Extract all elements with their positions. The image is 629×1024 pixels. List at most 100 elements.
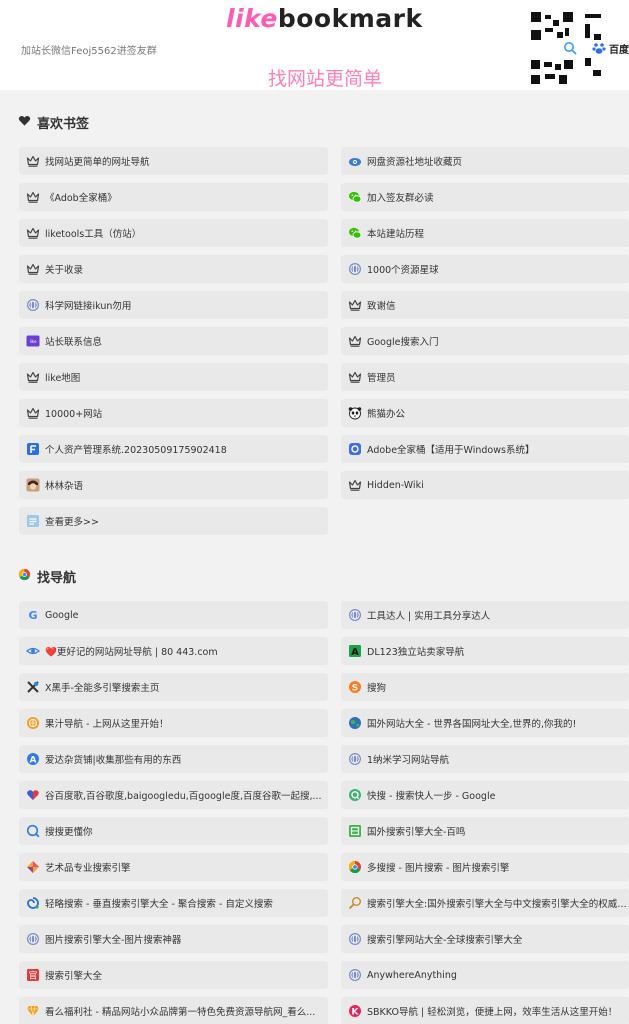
bookmark-link[interactable]: 1000个资源星球 bbox=[341, 255, 629, 283]
bookmark-link[interactable]: 搜搜更懂你 bbox=[19, 817, 328, 845]
crown-icon bbox=[26, 370, 40, 384]
bookmark-link[interactable]: G Google bbox=[19, 601, 328, 629]
bookmark-link[interactable]: ❤️更好记的网站网址导航 | 80 443.com bbox=[19, 637, 328, 665]
bookmark-link[interactable]: 多搜搜 - 图片搜索 - 图片搜索引擎 bbox=[341, 853, 629, 881]
bookmark-link[interactable]: 国外网站大全 - 世界各国网址大全,世界的,你我的! bbox=[341, 709, 629, 737]
qr-code-top bbox=[531, 12, 573, 40]
bookmark-link[interactable]: A DL123独立站卖家导航 bbox=[341, 637, 629, 665]
bookmark-label: liketools工具（仿站） bbox=[45, 229, 142, 240]
section-heading: 找导航 bbox=[37, 571, 77, 586]
site-logo[interactable]: likebookmark bbox=[226, 4, 423, 34]
globe-icon bbox=[348, 262, 362, 276]
bookmark-label: 科学网链接ikun勿用 bbox=[45, 301, 132, 312]
purple-card-icon: like bbox=[26, 334, 40, 348]
bookmark-link[interactable]: 网盘资源社地址收藏页 bbox=[341, 147, 629, 175]
cloud-eye-icon bbox=[348, 154, 362, 168]
bookmark-label: Adobe全家桶【适用于Windows系统】 bbox=[367, 445, 535, 456]
bookmark-label: 搜狗 bbox=[367, 683, 387, 694]
wechat-icon bbox=[348, 190, 362, 204]
bookmark-label: DL123独立站卖家导航 bbox=[367, 647, 465, 658]
bookmark-link[interactable]: 图片搜索引擎大全-图片搜索神器 bbox=[19, 925, 328, 953]
bookmark-link[interactable]: like地图 bbox=[19, 363, 328, 391]
search-icon[interactable] bbox=[563, 40, 577, 55]
bookmark-label: 找网站更简单的网址导航 bbox=[45, 157, 150, 168]
bookmark-link[interactable]: 管理员 bbox=[341, 363, 629, 391]
bookmark-label: X黑手-全能多引擎搜索主页 bbox=[45, 683, 160, 694]
bookmark-label: 看么福利社 - 精品网站小众品牌第一特色免费资源导航网_看么... bbox=[45, 1007, 316, 1018]
bookmark-link[interactable]: 轻略搜索 - 垂直搜索引擎大全 - 聚合搜索 - 自定义搜索 bbox=[19, 889, 328, 917]
crown-icon bbox=[348, 298, 362, 312]
bookmark-link[interactable]: like 站长联系信息 bbox=[19, 327, 328, 355]
bookmark-link[interactable]: 官搜索引擎大全 bbox=[19, 961, 328, 989]
bookmark-link[interactable]: AnywhereAnything bbox=[341, 961, 629, 989]
bookmark-label: 谷百度歌,百谷歌度,baigoogledu,百google度,百度谷歌一起搜,.… bbox=[45, 791, 322, 802]
bookmark-label: 加入签友群必读 bbox=[367, 193, 434, 204]
bookmark-label: 图片搜索引擎大全-图片搜索神器 bbox=[45, 935, 182, 946]
qr-code-bottom bbox=[531, 60, 573, 84]
bookmark-link[interactable]: 搜索引擎大全:国外搜索引擎大全与中文搜索引擎大全的权威收录 bbox=[341, 889, 629, 917]
bookmark-link[interactable]: 搜索引擎网站大全-全球搜索引擎大全 bbox=[341, 925, 629, 953]
bookmark-label: 熊猫办公 bbox=[367, 409, 406, 420]
bookmark-label: Google bbox=[45, 609, 79, 621]
gem-icon bbox=[26, 1004, 40, 1018]
bookmark-link[interactable]: Google搜索入门 bbox=[341, 327, 629, 355]
wechat-icon bbox=[348, 226, 362, 240]
bookmark-label: 林林杂语 bbox=[45, 481, 84, 492]
red-guan-icon: 官 bbox=[26, 968, 40, 982]
q-search-icon bbox=[26, 824, 40, 838]
bookmark-label: 10000+网站 bbox=[45, 409, 103, 420]
bookmark-label: 《Adob全家桶》 bbox=[45, 193, 117, 204]
bookmark-link[interactable]: liketools工具（仿站） bbox=[19, 219, 328, 247]
bookmark-link[interactable]: A 爱达杂货铺|收集那些有用的东西 bbox=[19, 745, 328, 773]
bookmark-link[interactable]: 快搜 - 搜索快人一步 - Google bbox=[341, 781, 629, 809]
bookmark-link[interactable]: Adobe全家桶【适用于Windows系统】 bbox=[341, 435, 629, 463]
bookmark-link[interactable]: 本站建站历程 bbox=[341, 219, 629, 247]
bookmark-link[interactable]: Hidden-Wiki bbox=[341, 471, 629, 499]
bookmark-link[interactable]: 谷百度歌,百谷歌度,baigoogledu,百google度,百度谷歌一起搜,.… bbox=[19, 781, 328, 809]
bookmark-label: 搜索引擎网站大全-全球搜索引擎大全 bbox=[367, 935, 523, 946]
bookmark-link[interactable]: 10000+网站 bbox=[19, 399, 328, 427]
crown-icon bbox=[348, 334, 362, 348]
blue-f-icon bbox=[26, 442, 40, 456]
bookmark-link[interactable]: 找网站更简单的网址导航 bbox=[19, 147, 328, 175]
globe-icon bbox=[348, 752, 362, 766]
bookmark-link[interactable]: 工具达人 | 实用工具分享达人 bbox=[341, 601, 629, 629]
bookmark-label: 个人资产管理系统.20230509175902418 bbox=[45, 445, 227, 456]
crown-icon bbox=[26, 190, 40, 204]
baidu-paw-icon[interactable] bbox=[592, 40, 606, 54]
crown-icon bbox=[348, 370, 362, 384]
bookmark-link[interactable]: 果汁导航 - 上网从这里开始！ bbox=[19, 709, 328, 737]
bookmark-label: ❤️更好记的网站网址导航 | 80 443.com bbox=[45, 647, 218, 658]
bookmark-link[interactable]: 1纳米学习网站导航 bbox=[341, 745, 629, 773]
more-icon bbox=[26, 514, 40, 528]
bookmark-label: SBKKO导航 | 轻松浏览，便捷上网，效率生活从这里开始！ bbox=[367, 1007, 618, 1018]
chrome-icon bbox=[18, 568, 31, 585]
page-header: likebookmark 加站长微信Feoj5562进签友群 找网站更简单 百度 bbox=[0, 0, 629, 90]
bookmark-link[interactable]: K SBKKO导航 | 轻松浏览，便捷上网，效率生活从这里开始！ bbox=[341, 997, 629, 1024]
bookmark-link[interactable]: 科学网链接ikun勿用 bbox=[19, 291, 328, 319]
bookmark-link[interactable]: 致谢信 bbox=[341, 291, 629, 319]
bookmark-link[interactable]: 关于收录 bbox=[19, 255, 328, 283]
bookmark-link[interactable]: 加入签友群必读 bbox=[341, 183, 629, 211]
green-box-icon bbox=[348, 824, 362, 838]
bookmark-link[interactable]: 看么福利社 - 精品网站小众品牌第一特色免费资源导航网_看么... bbox=[19, 997, 328, 1024]
bookmark-label: 1纳米学习网站导航 bbox=[367, 755, 450, 766]
bookmark-link[interactable]: 查看更多>> bbox=[19, 507, 328, 535]
bookmark-link[interactable]: X黑手-全能多引擎搜索主页 bbox=[19, 673, 328, 701]
header-notice: 加站长微信Feoj5562进签友群 bbox=[21, 46, 157, 57]
bookmark-link[interactable]: 《Adob全家桶》 bbox=[19, 183, 328, 211]
section-title-1: 找导航 bbox=[18, 567, 76, 586]
bookmark-label: 搜索引擎大全 bbox=[45, 971, 103, 982]
bookmark-link[interactable]: 林林杂语 bbox=[19, 471, 328, 499]
bookmark-link[interactable]: 艺术品专业搜索引擎 bbox=[19, 853, 328, 881]
search-engine-label[interactable]: 百度 bbox=[609, 41, 629, 56]
bookmark-label: 站长联系信息 bbox=[45, 337, 103, 348]
bookmark-link[interactable]: 国外搜索引擎大全-百鸣 bbox=[341, 817, 629, 845]
magnify-icon bbox=[348, 896, 362, 910]
bookmark-label: 多搜搜 - 图片搜索 - 图片搜索引擎 bbox=[367, 863, 510, 874]
bookmark-label: Hidden-Wiki bbox=[367, 479, 424, 491]
art-icon bbox=[26, 860, 40, 874]
bookmark-link[interactable]: S 搜狗 bbox=[341, 673, 629, 701]
bookmark-link[interactable]: 个人资产管理系统.20230509175902418 bbox=[19, 435, 328, 463]
bookmark-link[interactable]: 熊猫办公 bbox=[341, 399, 629, 427]
